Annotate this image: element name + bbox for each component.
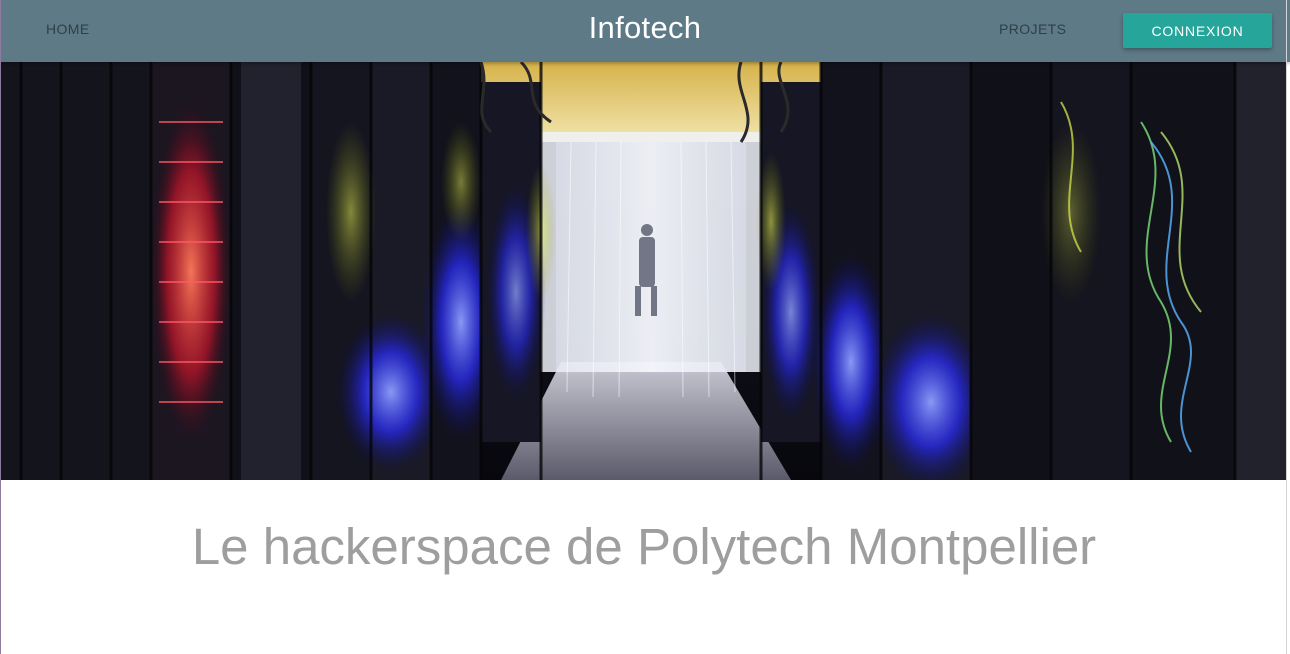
nav-link-projects[interactable]: PROJETS [999,21,1066,37]
page: HOME Infotech PROJETS CONNEXION Le hacke… [0,0,1290,654]
site-tagline: Le hackerspace de Polytech Montpellier [191,518,1097,575]
datacenter-corridor-photo [1,62,1287,480]
hero-image [1,62,1287,480]
window-edge-left [0,0,1,654]
brand-logo[interactable]: Infotech [0,10,1290,46]
login-button[interactable]: CONNEXION [1123,13,1272,48]
navbar: HOME Infotech PROJETS CONNEXION [0,0,1290,62]
window-edge-right [1286,0,1287,654]
